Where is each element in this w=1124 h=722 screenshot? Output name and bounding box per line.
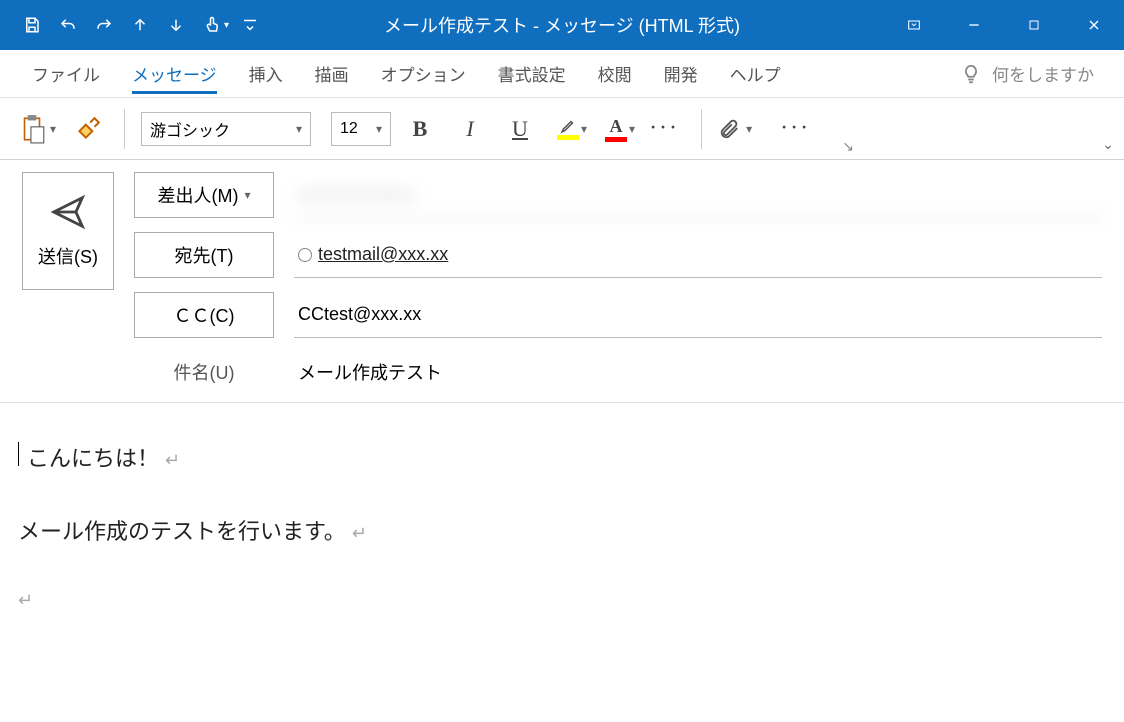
to-button[interactable]: 宛先(T) — [134, 232, 274, 278]
tab-insert[interactable]: 挿入 — [233, 50, 299, 98]
font-color-button[interactable]: A ▾ — [605, 116, 635, 142]
prev-item-icon[interactable] — [122, 0, 158, 50]
tab-help[interactable]: ヘルプ — [714, 50, 797, 98]
lightbulb-icon — [960, 63, 982, 85]
from-field[interactable]: xxxxxxxxxxxxx — [294, 172, 1102, 218]
ribbon-display-icon[interactable] — [884, 0, 944, 50]
ribbon-tabs: ファイル メッセージ 挿入 描画 オプション 書式設定 校閲 開発 ヘルプ 何を… — [0, 50, 1124, 98]
minimize-icon[interactable] — [944, 0, 1004, 50]
more-commands-icon[interactable]: ··· — [774, 109, 816, 149]
italic-button[interactable]: I — [449, 109, 491, 149]
maximize-icon[interactable] — [1004, 0, 1064, 50]
font-color-icon: A — [605, 116, 627, 142]
tab-format[interactable]: 書式設定 — [482, 50, 582, 98]
save-icon[interactable] — [14, 0, 50, 50]
subject-field[interactable]: メール作成テスト — [294, 352, 1102, 392]
paste-button[interactable]: ▾ — [14, 109, 60, 149]
formatting-toolbar: ▾ 游ゴシック▾ 12▾ B I U ▾ A ▾ ··· ▾ ··· ↘ ⌄ — [0, 98, 1124, 160]
tab-draw[interactable]: 描画 — [299, 50, 365, 98]
tell-me-search[interactable]: 何をしますか — [960, 61, 1124, 86]
bold-button[interactable]: B — [399, 109, 441, 149]
send-icon — [49, 193, 87, 231]
tab-developer[interactable]: 開発 — [648, 50, 714, 98]
undo-icon[interactable] — [50, 0, 86, 50]
message-header: 送信(S) 差出人(M)▾ 宛先(T) ＣＣ(C) 件名(U) xxxxxxxx… — [0, 160, 1124, 403]
to-field[interactable]: testmail@xxx.xx — [294, 232, 1102, 278]
body-line: メール作成のテストを行います。 ↵ — [18, 506, 1106, 559]
more-formatting-icon[interactable]: ··· — [643, 109, 685, 149]
divider — [701, 109, 702, 149]
text-cursor — [18, 442, 19, 466]
window-title: メール作成テスト - メッセージ (HTML 形式) — [384, 12, 740, 38]
collapse-ribbon-icon[interactable]: ⌄ — [1102, 136, 1114, 153]
paperclip-icon — [718, 116, 740, 142]
body-line: こんにちは！ ↵ — [18, 433, 1106, 486]
paragraph-mark-icon: ↵ — [165, 439, 180, 482]
underline-button[interactable]: U — [499, 109, 541, 149]
format-painter-icon[interactable] — [68, 109, 108, 149]
tab-file[interactable]: ファイル — [16, 50, 116, 98]
paragraph-mark-icon: ↵ — [18, 579, 33, 622]
redo-icon[interactable] — [86, 0, 122, 50]
recipient-chip[interactable]: testmail@xxx.xx — [298, 244, 448, 265]
tab-options[interactable]: オプション — [365, 50, 482, 98]
cc-field[interactable]: CCtest@xxx.xx — [294, 292, 1102, 338]
body-line: ↵ — [18, 579, 1106, 622]
title-bar: ▾ メール作成テスト - メッセージ (HTML 形式) — [0, 0, 1124, 50]
attach-button[interactable]: ▾ — [718, 116, 752, 142]
font-name-select[interactable]: 游ゴシック▾ — [141, 112, 311, 146]
quick-access-toolbar: ▾ — [0, 0, 262, 50]
send-button[interactable]: 送信(S) — [22, 172, 114, 290]
divider — [124, 109, 125, 149]
tab-review[interactable]: 校閲 — [582, 50, 648, 98]
contact-icon — [298, 248, 312, 262]
next-item-icon[interactable] — [158, 0, 194, 50]
subject-label: 件名(U) — [134, 352, 274, 392]
tab-message[interactable]: メッセージ — [116, 50, 233, 98]
highlight-icon — [557, 117, 579, 140]
from-button[interactable]: 差出人(M)▾ — [134, 172, 274, 218]
font-size-select[interactable]: 12▾ — [331, 112, 391, 146]
window-controls — [884, 0, 1124, 50]
paragraph-mark-icon: ↵ — [352, 512, 367, 555]
highlight-color-button[interactable]: ▾ — [557, 117, 587, 140]
dialog-launcher-icon[interactable]: ↘ — [842, 138, 854, 155]
message-body[interactable]: こんにちは！ ↵ メール作成のテストを行います。 ↵ ↵ — [0, 403, 1124, 652]
cc-button[interactable]: ＣＣ(C) — [134, 292, 274, 338]
qat-customize-icon[interactable] — [238, 0, 262, 50]
touch-mode-icon[interactable]: ▾ — [194, 0, 238, 50]
close-icon[interactable] — [1064, 0, 1124, 50]
